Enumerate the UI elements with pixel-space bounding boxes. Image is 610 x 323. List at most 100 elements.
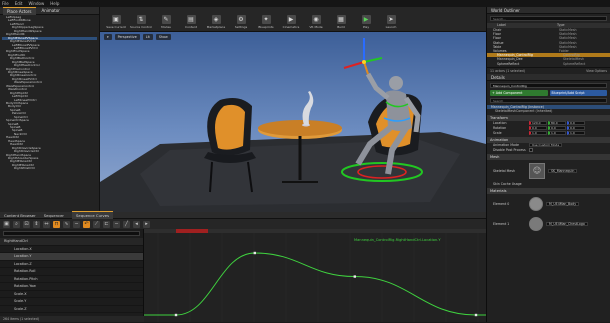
- outliner-row[interactable]: SphereReflect SphereReflect: [487, 62, 610, 66]
- location-y-field[interactable]: 80.0: [548, 121, 566, 126]
- track-row[interactable]: Scale.Y: [0, 298, 143, 306]
- outliner-footer: 11 actors (1 selected) View Options: [487, 66, 610, 73]
- details-search-input[interactable]: Search: [490, 97, 607, 103]
- modes-icon: ✎: [161, 15, 171, 24]
- tangent-break-icon[interactable]: ↶: [83, 220, 90, 228]
- curve-line[interactable]: [144, 252, 486, 316]
- menu-edit[interactable]: Edit: [15, 1, 23, 6]
- modes-tab-header: Place Actors Animator: [0, 6, 99, 15]
- frame-horizontal-icon[interactable]: ⇔: [43, 220, 50, 228]
- element-1-value[interactable]: M_UE4Man_ChestLogo: [546, 221, 588, 226]
- curve-key[interactable]: [253, 251, 256, 255]
- component-skeletal[interactable]: SkeletalMeshComponent (Inherited): [487, 109, 610, 114]
- toolbar-play-button[interactable]: ▶ Play: [354, 15, 378, 29]
- frame-icon[interactable]: ⊡: [23, 220, 30, 228]
- toolbar-content-button[interactable]: ▤ Content: [179, 15, 203, 29]
- track-row[interactable]: Rotation.Roll: [0, 268, 143, 276]
- track-row[interactable]: Scale.Z: [0, 306, 143, 313]
- curve-key[interactable]: [353, 275, 356, 278]
- viewport-scene: [100, 32, 486, 212]
- toolbar-source-control-button[interactable]: ⇅ Source Control: [129, 15, 153, 29]
- track-row[interactable]: Scale.X: [0, 291, 143, 298]
- track-search-input[interactable]: [3, 231, 140, 236]
- toolbar-button-label: VR Mode: [309, 25, 323, 29]
- scale-x-field[interactable]: 1.0: [529, 131, 547, 136]
- track-header[interactable]: RightHandCtrl: [0, 238, 143, 246]
- disable-post-row: Disable Post Process: [487, 148, 610, 153]
- track-row[interactable]: Location.Z: [0, 261, 143, 268]
- scale-z-field[interactable]: 1.0: [567, 131, 585, 136]
- rotation-x-field[interactable]: 0.0: [529, 126, 547, 131]
- tab-place-actors[interactable]: Place Actors: [3, 6, 36, 15]
- blueprint-script-button[interactable]: Blueprint/Add Script: [549, 89, 607, 96]
- track-row[interactable]: Location.X: [0, 246, 143, 253]
- add-component-button[interactable]: + Add Component: [490, 89, 548, 96]
- toolbar-cinematics-button[interactable]: ▶ Cinematics: [279, 15, 303, 29]
- animation-mode-select[interactable]: Use Custom Mode: [529, 143, 563, 148]
- tab-content-browser[interactable]: Content Browser: [4, 213, 36, 218]
- tangent-constant-icon[interactable]: ⊏: [103, 220, 110, 228]
- skeletal-mesh-value[interactable]: SK_Mannequin: [548, 168, 578, 173]
- skin-cache-label: Skin Cache Usage: [493, 182, 522, 187]
- pre-infinity-icon[interactable]: ◂: [133, 220, 140, 228]
- lit-button[interactable]: Lit: [142, 33, 153, 40]
- curve-key[interactable]: [474, 313, 478, 317]
- curve-toolbar: ▣ ⌕ ⊡ ⇕ ⇔ ⊓ ∿ ∽ ↶ ⟋ ⊏ ─ ╱ ◂ ▸: [0, 219, 486, 229]
- playback-range: [176, 229, 208, 233]
- outliner-search-input[interactable]: Search...: [490, 16, 607, 21]
- toolbar-build-button[interactable]: ▦ Build: [329, 15, 353, 29]
- toolbar-blueprints-button[interactable]: ✦ Blueprints: [254, 15, 278, 29]
- outliner-status: 11 actors (1 selected): [490, 68, 525, 73]
- skeletal-mesh-row: Skeletal Mesh ☺ SK_Mannequin: [487, 160, 610, 182]
- tab-sequence-curves[interactable]: Sequence Curves: [72, 211, 114, 219]
- material-0-thumbnail-icon[interactable]: [529, 196, 543, 211]
- save-icon[interactable]: ▣: [3, 220, 10, 228]
- tangent-user-icon[interactable]: ∽: [73, 220, 80, 228]
- rotation-z-field[interactable]: 0.0: [567, 126, 585, 131]
- toolbar-launch-button[interactable]: ➤ Launch: [379, 15, 403, 29]
- tangent-linear-icon[interactable]: ⟋: [93, 220, 100, 228]
- straighten-icon[interactable]: ╱: [123, 220, 130, 228]
- control-tree: LeftUpLeg LeftFootIKBone LeftHand RightUppe…: [0, 15, 99, 205]
- perspective-button[interactable]: Perspective: [114, 33, 140, 40]
- snap-icon[interactable]: ⊓: [53, 220, 60, 228]
- scale-y-field[interactable]: 1.0: [548, 131, 566, 136]
- track-list: RightHandCtrl Location.X Location.Y Locati…: [0, 229, 144, 322]
- material-1-thumbnail-icon[interactable]: [529, 216, 543, 231]
- toolbar-modes-button[interactable]: ✎ Modes: [154, 15, 178, 29]
- tree-item[interactable]: RightWristCtrl: [2, 167, 97, 170]
- menu-window[interactable]: Window: [28, 1, 44, 6]
- location-x-field[interactable]: 120.0: [529, 121, 547, 126]
- disable-post-checkbox[interactable]: [529, 148, 533, 153]
- viewport-options-button[interactable]: ▾: [104, 33, 112, 40]
- tab-animator[interactable]: Animator: [42, 8, 60, 13]
- track-row[interactable]: Rotation.Yaw: [0, 283, 143, 291]
- tangent-auto-icon[interactable]: ∿: [63, 220, 70, 228]
- element-0-value[interactable]: M_UE4Man_Body: [546, 201, 580, 206]
- flatten-icon[interactable]: ─: [113, 220, 120, 228]
- track-row[interactable]: Location.Y: [0, 253, 143, 261]
- actor-name-field[interactable]: Mannequin_ControlRig: [490, 82, 607, 88]
- toolbar-save-button[interactable]: ▣ Save Current: [104, 15, 128, 29]
- level-viewport[interactable]: ▾ Perspective Lit Show: [100, 32, 486, 212]
- show-button[interactable]: Show: [155, 33, 171, 40]
- find-icon[interactable]: ⌕: [13, 220, 20, 228]
- location-z-field[interactable]: 0.0: [567, 121, 585, 126]
- track-row[interactable]: Rotation.Pitch: [0, 276, 143, 283]
- tab-sequencer[interactable]: Sequencer: [44, 213, 64, 218]
- frame-vertical-icon[interactable]: ⇕: [33, 220, 40, 228]
- rotation-y-field[interactable]: 0.0: [548, 126, 566, 131]
- toolbar-vr-button[interactable]: ◉ VR Mode: [304, 15, 328, 29]
- outliner-row-label: SphereReflect: [497, 61, 520, 66]
- toolbar-marketplace-button[interactable]: ◈ Marketplace: [204, 15, 228, 29]
- skeletal-mesh-thumbnail-icon[interactable]: ☺: [529, 162, 545, 179]
- toolbar-settings-button[interactable]: ⚙ Settings: [229, 15, 253, 29]
- save-icon: ▣: [111, 15, 121, 24]
- curve-editor[interactable]: Mannequin_ControlRig.RightHandCtrl.Locat…: [144, 229, 486, 322]
- view-options-button[interactable]: View Options: [586, 68, 607, 73]
- menu-file[interactable]: File: [2, 1, 9, 6]
- menu-help[interactable]: Help: [50, 1, 59, 6]
- post-infinity-icon[interactable]: ▸: [143, 220, 150, 228]
- toolbar-button-label: Settings: [234, 25, 248, 29]
- curve-key[interactable]: [174, 313, 178, 317]
